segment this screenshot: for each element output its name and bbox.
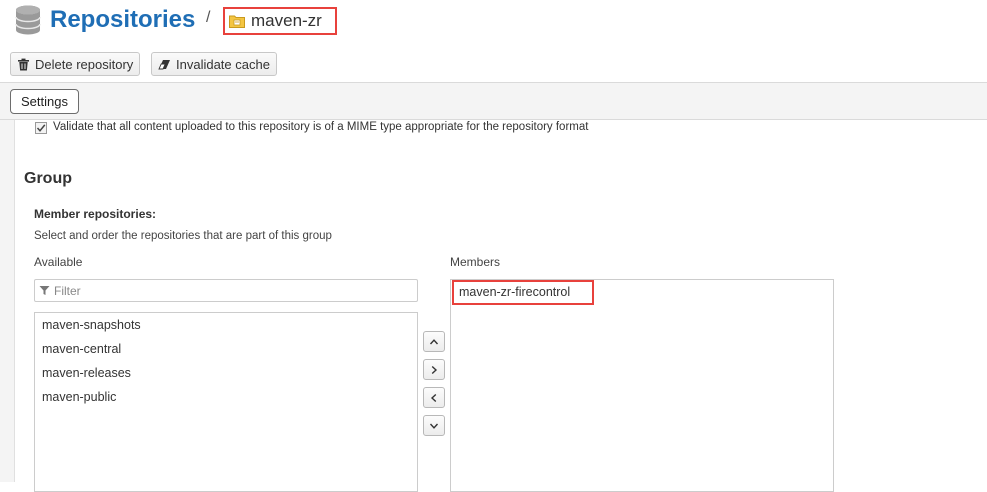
available-item-maven-snapshots[interactable]: maven-snapshots: [35, 313, 417, 337]
breadcrumb: maven-zr: [223, 7, 337, 35]
move-up-button[interactable]: [423, 331, 445, 352]
breadcrumb-separator: /: [206, 9, 211, 26]
group-section-title: Group: [24, 170, 72, 187]
trash-icon: [18, 58, 29, 70]
tab-bar: Settings: [0, 82, 987, 120]
members-label: Members: [450, 255, 501, 269]
delete-repository-button[interactable]: Delete repository: [10, 52, 141, 76]
checkmark-icon: [36, 124, 46, 132]
repository-folder-icon: [229, 15, 245, 28]
member-repositories-help: Select and order the repositories that a…: [34, 230, 332, 242]
available-filter: [34, 279, 418, 302]
toolbar: Delete repository Invalidate cache: [0, 50, 987, 82]
available-list: maven-snapshots maven-central maven-rele…: [34, 312, 418, 492]
available-item-maven-central[interactable]: maven-central: [35, 337, 417, 361]
invalidate-cache-button[interactable]: Invalidate cache: [151, 52, 277, 76]
member-item-maven-zr-firecontrol[interactable]: maven-zr-firecontrol: [452, 280, 594, 305]
eraser-icon: [158, 59, 170, 69]
chevron-down-icon: [429, 423, 439, 429]
left-gutter: [0, 120, 15, 482]
available-label: Available: [34, 255, 83, 269]
filter-input[interactable]: [54, 283, 394, 298]
strict-content-validation-checkbox[interactable]: [35, 122, 47, 134]
available-item-maven-releases[interactable]: maven-releases: [35, 361, 417, 385]
members-list: maven-zr-firecontrol: [450, 279, 834, 492]
page-header: Repositories / maven-zr: [0, 0, 987, 48]
remove-member-button[interactable]: [423, 387, 445, 408]
member-repositories-label: Member repositories:: [34, 207, 157, 221]
available-item-maven-public[interactable]: maven-public: [35, 385, 417, 409]
settings-form: Validate that all content uploaded to th…: [0, 120, 987, 492]
strict-content-validation-label: Validate that all content uploaded to th…: [53, 121, 589, 133]
tab-settings[interactable]: Settings: [10, 89, 79, 114]
page-title[interactable]: Repositories: [50, 4, 195, 36]
chevron-right-icon: [431, 365, 438, 374]
chevron-left-icon: [430, 393, 437, 402]
filter-icon: [39, 286, 50, 295]
move-down-button[interactable]: [423, 415, 445, 436]
chevron-up-icon: [429, 338, 439, 344]
delete-repository-label: Delete repository: [35, 56, 134, 72]
invalidate-cache-label: Invalidate cache: [176, 56, 270, 72]
breadcrumb-repository-name: maven-zr: [251, 11, 322, 30]
database-icon: [15, 5, 41, 35]
add-member-button[interactable]: [423, 359, 445, 380]
